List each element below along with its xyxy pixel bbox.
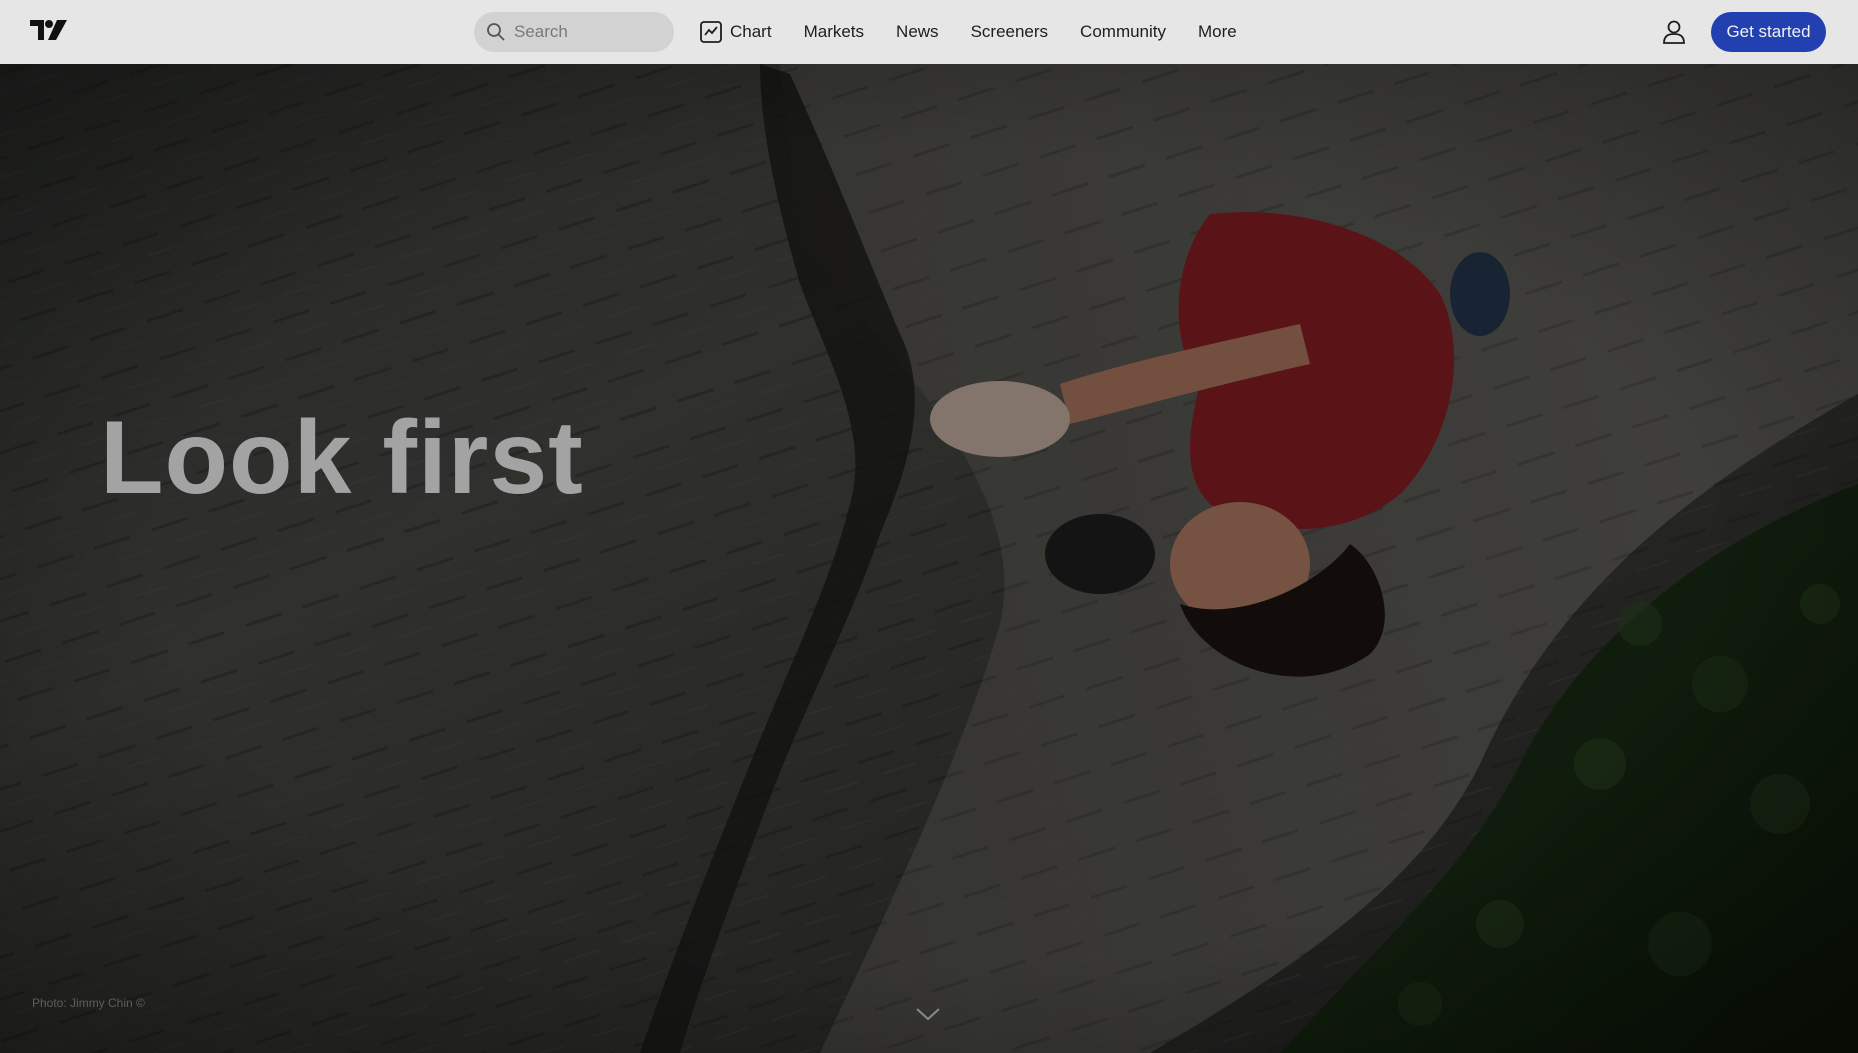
nav-item-label: News [896, 22, 939, 41]
page: Chart Markets News Screeners Community M… [0, 0, 1858, 1053]
nav-item-markets[interactable]: Markets [804, 0, 864, 64]
hero-section: Look first Photo: Jimmy Chin © [0, 64, 1858, 1053]
nav-item-label: Screeners [970, 22, 1049, 41]
photo-credit: Photo: Jimmy Chin © [32, 996, 145, 1010]
chart-icon [700, 21, 722, 43]
hero-title: Look first [100, 400, 584, 516]
tradingview-logo-icon[interactable] [30, 18, 70, 44]
chevron-down-icon[interactable] [914, 1004, 942, 1024]
nav-item-label: Chart [730, 22, 772, 41]
nav-item-news[interactable]: News [896, 0, 939, 64]
get-started-button[interactable]: Get started [1711, 12, 1826, 52]
search-box[interactable] [474, 12, 674, 52]
nav-item-community[interactable]: Community [1080, 0, 1166, 64]
nav-item-screeners[interactable]: Screeners [971, 0, 1048, 64]
search-icon [486, 22, 506, 42]
user-icon[interactable] [1660, 18, 1688, 46]
search-input[interactable] [514, 22, 664, 42]
nav-item-more[interactable]: More [1198, 0, 1237, 64]
top-header: Chart Markets News Screeners Community M… [0, 0, 1858, 64]
nav-item-label: More [1198, 22, 1237, 41]
main-nav: Chart Markets News Screeners Community M… [700, 0, 1269, 64]
nav-item-chart[interactable]: Chart [700, 0, 772, 64]
hero-background-photo [0, 64, 1858, 1053]
nav-item-label: Community [1080, 22, 1167, 41]
nav-item-label: Markets [803, 22, 865, 41]
